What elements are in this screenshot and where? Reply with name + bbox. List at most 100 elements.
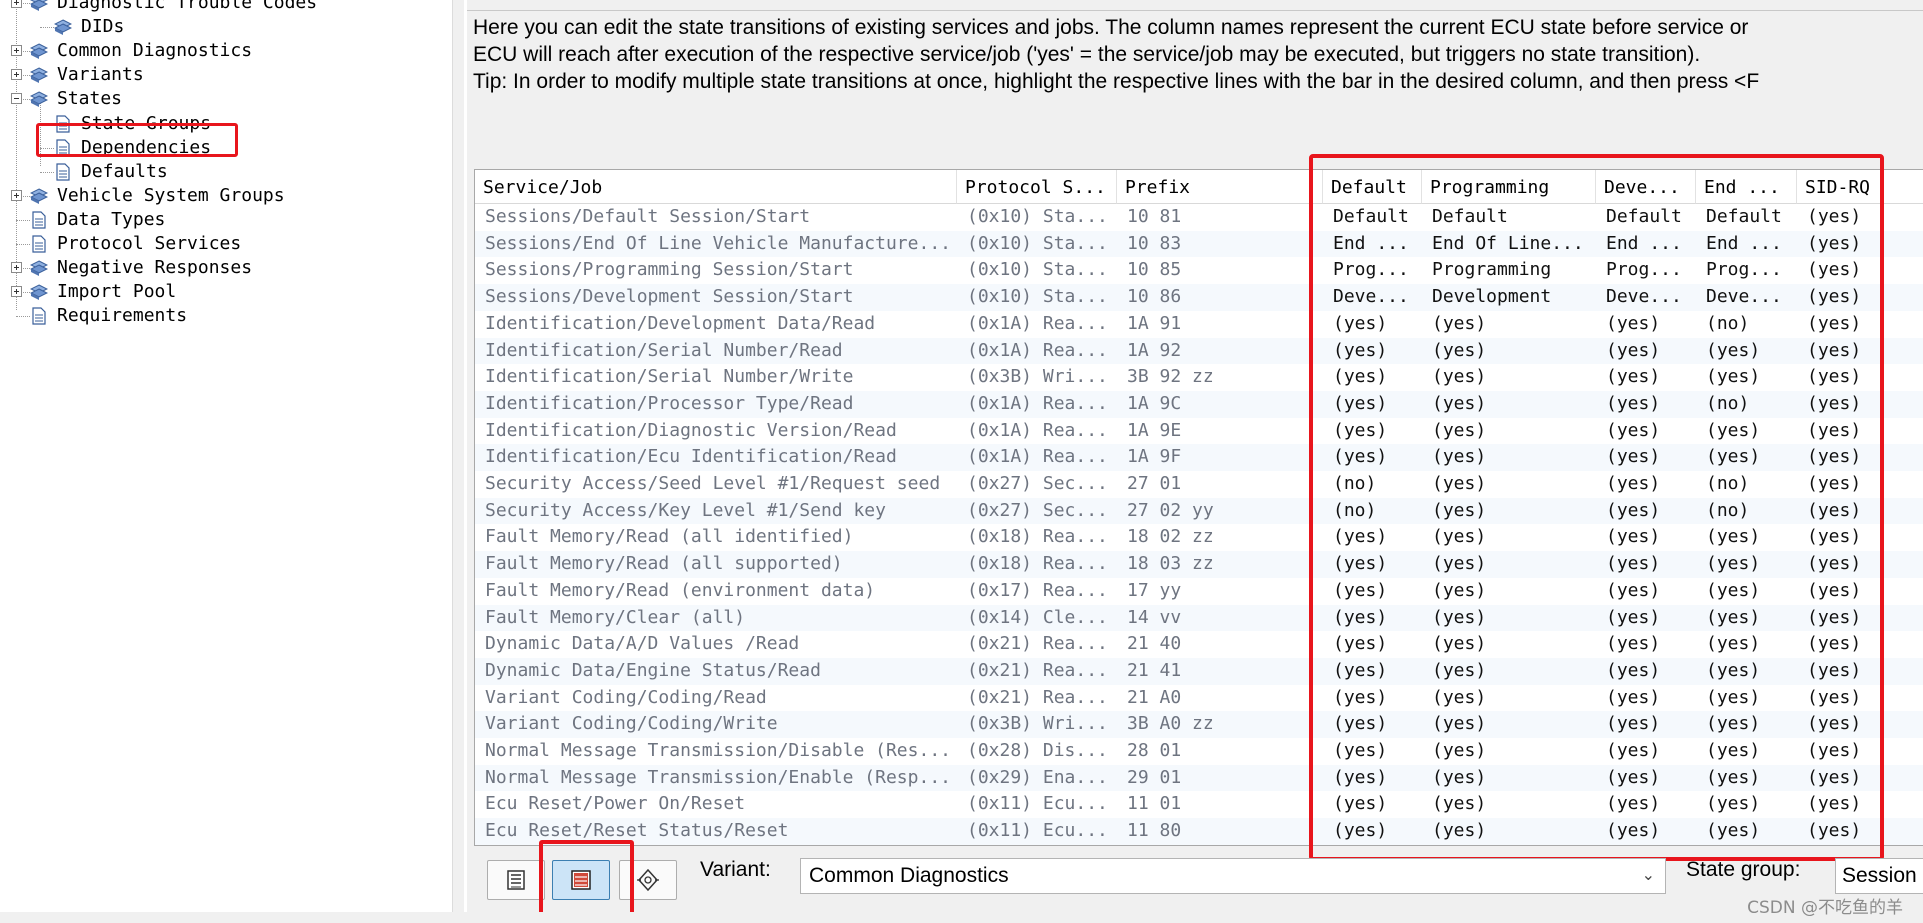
tree-item-common-diagnostics[interactable]: Common Diagnostics: [0, 40, 450, 62]
table-cell: Normal Message Transmission/Disable (Res…: [485, 740, 951, 761]
table-cell: (0x21) Rea...: [967, 633, 1108, 655]
table-cell: (0x3B) Wri...: [967, 366, 1108, 388]
table-cell: Identification/Diagnostic Version/Read: [485, 419, 897, 441]
expand-icon[interactable]: [11, 262, 22, 274]
table-cell: 21 41: [1127, 659, 1182, 681]
table-cell: 14 vv: [1127, 606, 1182, 628]
tree-item-protocol-services[interactable]: Protocol Services: [0, 233, 450, 255]
state-group-dropdown[interactable]: Session: [1835, 858, 1923, 894]
table-cell: (0x28) Dis...: [967, 740, 1108, 761]
table-cell: (0x10) Sta...: [967, 232, 1108, 254]
collapse-icon[interactable]: [11, 93, 22, 105]
tree-guide-line: [40, 171, 54, 173]
table-cell: (0x14) Cle...: [967, 606, 1108, 628]
folder-group-icon: [53, 18, 73, 36]
expand-icon[interactable]: [11, 189, 22, 201]
table-cell: 1A 92: [1127, 339, 1182, 361]
table-cell: (0x1A) Rea...: [967, 392, 1108, 414]
table-cell: 1A 9F: [1127, 446, 1182, 468]
tree-item-data-types[interactable]: Data Types: [0, 209, 450, 231]
table-cell: 27 01: [1127, 473, 1182, 494]
state-group-dropdown-value: Session: [1842, 864, 1917, 887]
tree-scrollbar[interactable]: [452, 0, 464, 923]
table-cell: Normal Message Transmission/Enable (Resp…: [485, 766, 951, 788]
table-cell: 10 86: [1127, 286, 1182, 308]
table-cell: Variant Coding/Coding/Write: [485, 713, 778, 735]
folder-group-icon: [29, 0, 49, 12]
header-protocol-service[interactable]: Protocol S...: [957, 170, 1117, 204]
folder-group-icon: [29, 66, 49, 84]
table-cell: (0x1A) Rea...: [967, 312, 1108, 334]
variant-label: Variant:: [700, 858, 771, 881]
table-cell: 17 yy: [1127, 579, 1182, 601]
table-cell: 28 01: [1127, 740, 1182, 761]
tree-item-diagnostic-trouble-codes[interactable]: Diagnostic Trouble Codes: [0, 0, 450, 14]
table-cell: 10 85: [1127, 259, 1182, 281]
table-cell: (0x10) Sta...: [967, 286, 1108, 308]
table-cell: Variant Coding/Coding/Read: [485, 686, 767, 708]
table-cell: Fault Memory/Read (all supported): [485, 553, 843, 575]
table-cell: 18 03 zz: [1127, 553, 1214, 575]
table-cell: Fault Memory/Read (all identified): [485, 526, 854, 548]
variant-dropdown[interactable]: Common Diagnostics ⌄: [800, 858, 1666, 894]
table-cell: Fault Memory/Clear (all): [485, 606, 746, 628]
table-cell: (0x10) Sta...: [967, 206, 1108, 227]
document-icon: [30, 235, 48, 253]
folder-group-icon: [29, 187, 49, 205]
table-cell: Fault Memory/Read (environment data): [485, 579, 876, 601]
tree-item-negative-responses[interactable]: Negative Responses: [0, 257, 450, 279]
tree-guide-line: [16, 244, 30, 245]
tree-item-label: Requirements: [57, 305, 188, 327]
tree-item-label: Vehicle System Groups: [57, 184, 285, 206]
table-cell: Sessions/End Of Line Vehicle Manufacture…: [485, 232, 951, 254]
tree-item-label: Protocol Services: [57, 233, 242, 254]
tree-item-label: DIDs: [81, 16, 125, 38]
tree-guide-line: [16, 219, 30, 221]
tree-item-import-pool[interactable]: Import Pool: [0, 281, 450, 303]
header-prefix[interactable]: Prefix: [1117, 170, 1323, 204]
table-cell: 21 A0: [1127, 686, 1182, 708]
dependencies-highlight-box: [36, 123, 238, 157]
table-cell: (0x1A) Rea...: [967, 339, 1108, 361]
table-cell: Dynamic Data/Engine Status/Read: [485, 659, 821, 681]
bottom-status-strip: [0, 912, 1923, 923]
list-view-button[interactable]: [487, 860, 545, 900]
tree-item-label: Defaults: [81, 160, 168, 182]
table-cell: (0x11) Ecu...: [967, 793, 1108, 815]
header-service-job[interactable]: Service/Job: [475, 170, 957, 204]
table-cell: (0x10) Sta...: [967, 259, 1108, 281]
table-cell: (0x11) Ecu...: [967, 820, 1108, 842]
table-cell: Dynamic Data/A/D Values /Read: [485, 633, 800, 655]
tree-item-label: Variants: [57, 64, 144, 86]
expand-icon[interactable]: [11, 0, 22, 8]
table-cell: Security Access/Seed Level #1/Request se…: [485, 473, 941, 494]
document-icon: [30, 211, 48, 229]
table-cell: (0x1A) Rea...: [967, 419, 1108, 441]
table-cell: Sessions/Default Session/Start: [485, 206, 811, 227]
table-cell: (0x21) Rea...: [967, 659, 1108, 681]
tree-item-requirements[interactable]: Requirements: [0, 305, 450, 327]
tree-guide-line: [16, 316, 30, 318]
table-cell: (0x3B) Wri...: [967, 713, 1108, 735]
tree-guide-line: [40, 27, 54, 29]
expand-icon[interactable]: [11, 45, 22, 57]
tree-item-dids[interactable]: DIDs: [0, 16, 450, 38]
watermark: CSDN @不吃鱼的羊: [1747, 898, 1903, 918]
tree-item-vehicle-system-groups[interactable]: Vehicle System Groups: [0, 185, 450, 207]
expand-icon[interactable]: [11, 286, 22, 298]
description-line-1: Here you can edit the state transitions …: [473, 16, 1749, 39]
table-cell: 1A 9C: [1127, 392, 1182, 414]
tree-item-variants[interactable]: Variants: [0, 64, 450, 86]
table-cell: 10 81: [1127, 206, 1182, 227]
variant-dropdown-value: Common Diagnostics: [809, 864, 1009, 887]
table-cell: (0x18) Rea...: [967, 553, 1108, 575]
description-line-3: Tip: In order to modify multiple state t…: [473, 70, 1760, 93]
folder-group-icon: [29, 259, 49, 277]
tree-item-defaults[interactable]: Defaults: [0, 161, 450, 183]
tree-item-states[interactable]: States: [0, 88, 450, 110]
expand-icon[interactable]: [11, 69, 22, 81]
tree-item-label: Diagnostic Trouble Codes: [57, 0, 318, 13]
table-cell: (0x27) Sec...: [967, 473, 1108, 494]
list-view-icon: [507, 870, 525, 890]
tree-item-label: States: [57, 88, 123, 110]
